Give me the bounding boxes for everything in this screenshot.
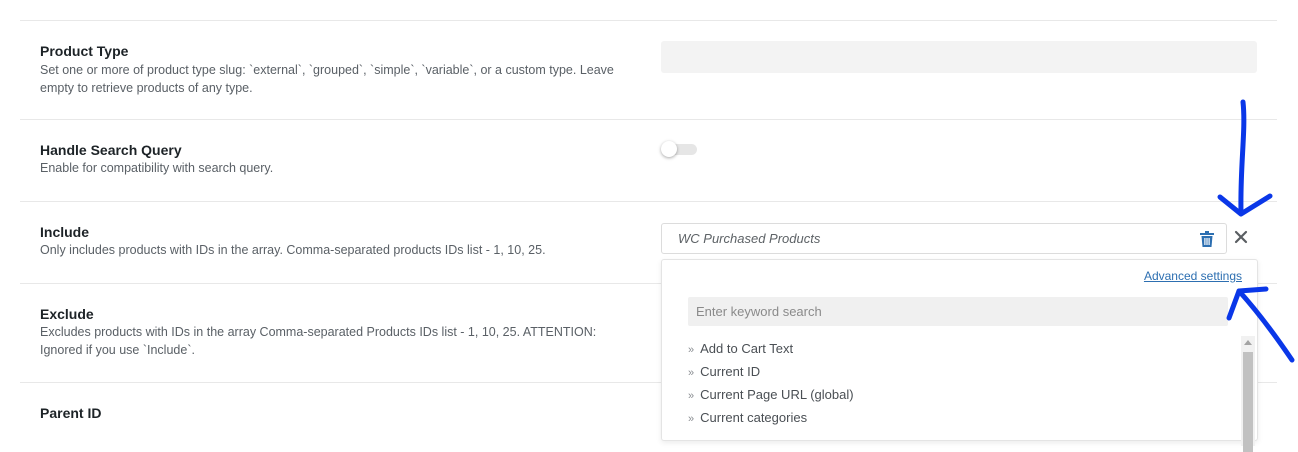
scroll-up-arrow-icon[interactable] [1244, 340, 1252, 345]
divider [20, 20, 1277, 21]
list-item[interactable]: » Current ID [688, 361, 854, 384]
list-item-label: Current ID [700, 364, 761, 379]
product-type-description: Set one or more of product type slug: `e… [40, 63, 614, 95]
list-item-label: Current Page URL (global) [700, 387, 854, 402]
product-type-title: Product Type [40, 43, 129, 59]
list-item-label: Add to Cart Text [700, 341, 794, 356]
exclude-description: Excludes products with IDs in the array … [40, 325, 597, 357]
list-item[interactable]: » Current Page URL (global) [688, 384, 854, 407]
exclude-title: Exclude [40, 306, 94, 322]
list-item[interactable]: » Add to Cart Text [688, 338, 854, 361]
dynamic-tag-value[interactable]: WC Purchased Products [678, 231, 820, 246]
chevron-right-icon: » [688, 390, 695, 402]
dynamic-tags-dropdown: Advanced settings » Add to Cart Text » Cur… [661, 259, 1258, 452]
trash-icon[interactable] [1200, 231, 1214, 247]
annotation-down-arrowhead [1217, 193, 1273, 217]
divider [20, 119, 1277, 120]
chevron-right-icon: » [688, 344, 695, 356]
dropdown-scrollbar[interactable] [1241, 336, 1255, 452]
handle-search-query-title: Handle Search Query [40, 142, 182, 158]
dynamic-tag-list: » Add to Cart Text » Current ID » Current P… [688, 338, 854, 430]
parent-id-title: Parent ID [40, 405, 102, 421]
include-title: Include [40, 224, 90, 240]
include-dynamic-field[interactable]: WC Purchased Products [661, 223, 1227, 254]
product-type-input[interactable] [661, 41, 1257, 73]
handle-search-query-toggle[interactable] [661, 141, 697, 157]
include-description: Only includes products with IDs in the a… [40, 243, 546, 257]
close-icon[interactable] [1233, 229, 1249, 245]
list-item[interactable]: » Current categories [688, 407, 854, 430]
advanced-settings-link[interactable]: Advanced settings [1144, 269, 1242, 283]
handle-search-query-description: Enable for compatibility with search que… [40, 161, 274, 175]
chevron-right-icon: » [688, 367, 695, 379]
scrollbar-thumb[interactable] [1243, 352, 1253, 452]
list-item-label: Current categories [700, 410, 808, 425]
chevron-right-icon: » [688, 413, 695, 425]
divider [20, 201, 1277, 202]
toggle-knob [661, 141, 677, 157]
keyword-search-input[interactable] [688, 297, 1228, 326]
